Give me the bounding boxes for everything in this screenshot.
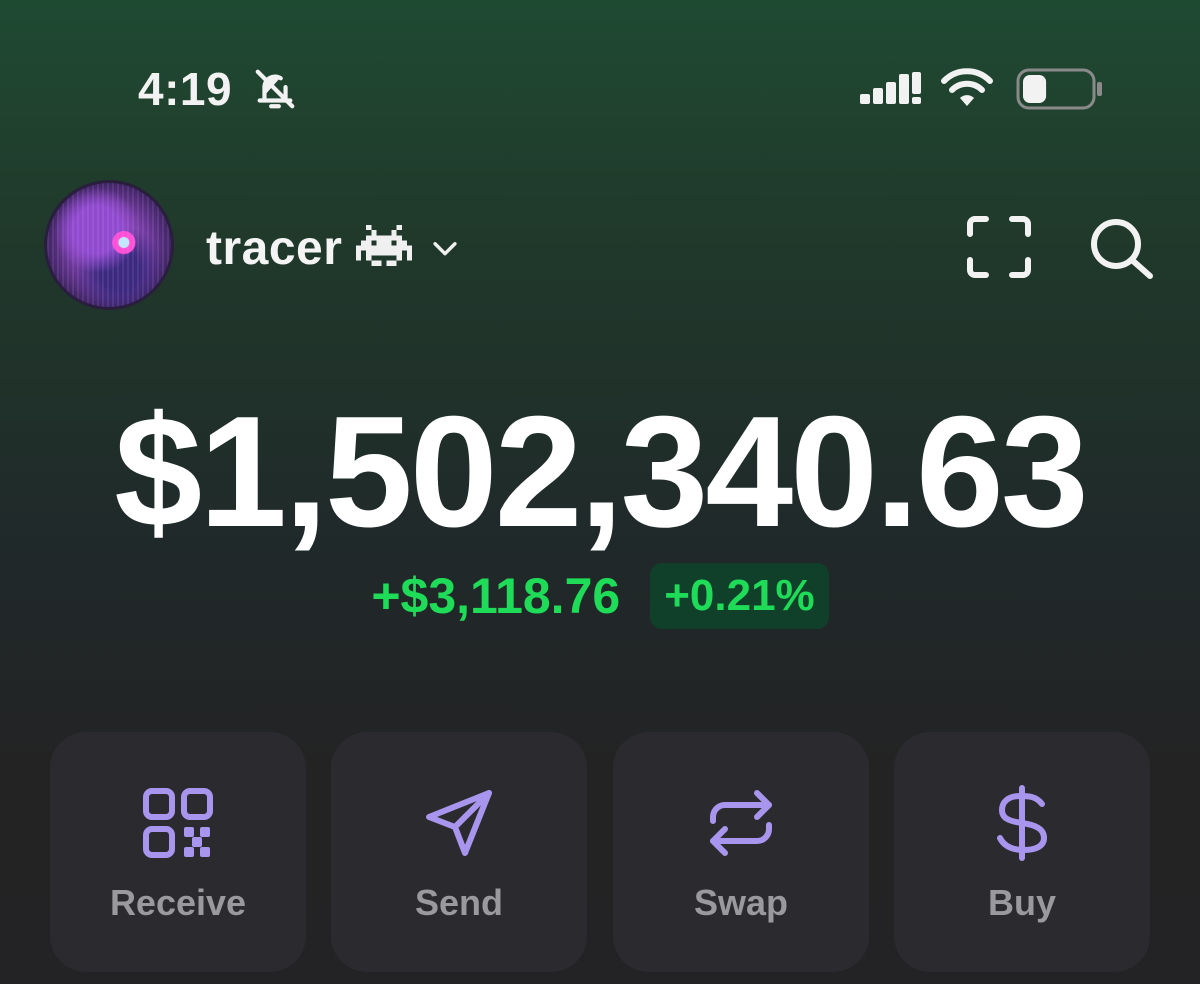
account-name: tracer	[206, 221, 343, 275]
qr-code-icon	[143, 788, 213, 858]
battery-icon	[1016, 68, 1102, 110]
send-label: Send	[414, 882, 503, 923]
change-percent-badge: +0.21%	[650, 563, 829, 629]
scan-frame-icon[interactable]	[964, 214, 1034, 280]
dollar-icon	[997, 785, 1047, 861]
receive-label: Receive	[109, 882, 247, 923]
swap-arrows-icon	[710, 790, 772, 856]
status-time: 4:19	[138, 63, 233, 115]
bell-slash-icon	[255, 69, 295, 109]
cellular-signal-icon	[860, 72, 921, 104]
balance-change: +$3,118.76 +0.21%	[0, 560, 1200, 632]
quick-actions: Receive Send Swap Buy	[50, 732, 1150, 972]
buy-button[interactable]: Buy	[894, 732, 1150, 972]
paper-plane-icon	[426, 790, 492, 856]
status-bar: 4:19	[0, 0, 1200, 150]
search-icon[interactable]	[1086, 214, 1156, 280]
wifi-icon	[941, 68, 993, 106]
account-switcher[interactable]: tracer	[206, 218, 462, 278]
send-button[interactable]: Send	[331, 732, 587, 972]
chevron-down-icon	[433, 242, 458, 256]
buy-label: Buy	[987, 882, 1056, 923]
swap-label: Swap	[693, 882, 789, 923]
alien-monster-icon	[356, 225, 413, 266]
receive-button[interactable]: Receive	[50, 732, 306, 972]
change-amount: +$3,118.76	[371, 568, 621, 624]
portfolio-balance: $1,502,340.63	[114, 384, 1088, 560]
swap-button[interactable]: Swap	[613, 732, 869, 972]
avatar[interactable]	[44, 180, 174, 310]
